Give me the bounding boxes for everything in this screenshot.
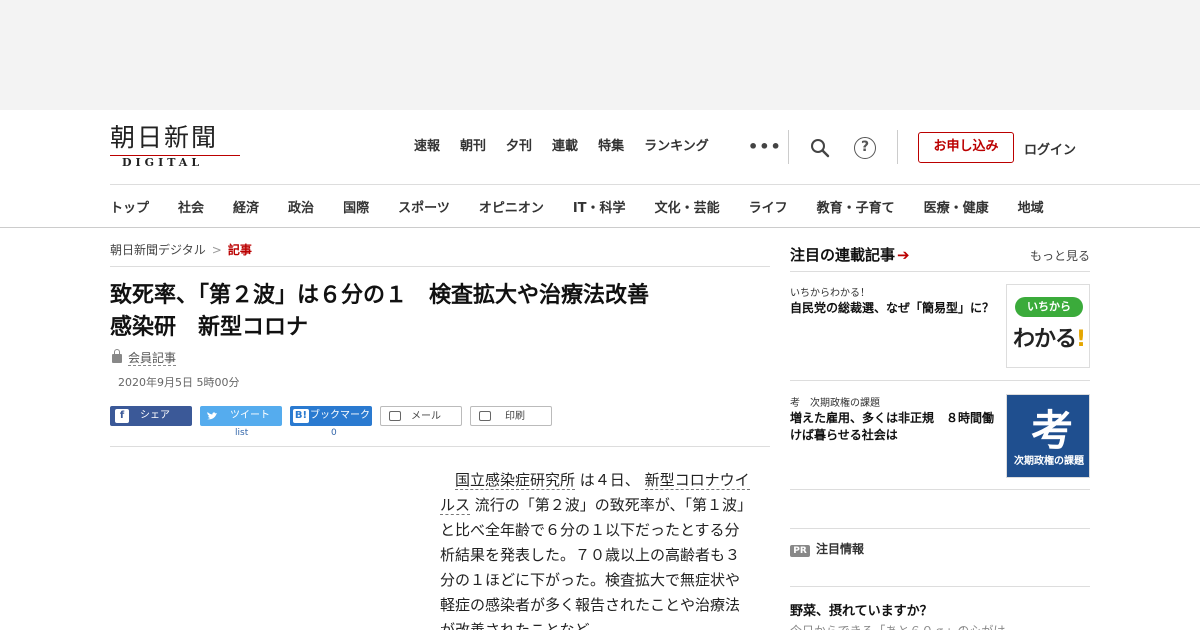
- help-icon[interactable]: ?: [854, 137, 876, 159]
- breadcrumb-home[interactable]: 朝日新聞デジタル: [110, 243, 206, 257]
- topnav-yukan[interactable]: 夕刊: [506, 139, 532, 155]
- subscribe-button[interactable]: お申し込み: [918, 132, 1014, 163]
- member-label: 会員記事: [128, 351, 177, 366]
- category-nav: トップ 社会 経済 政治 国際 スポーツ オピニオン IT・科学 文化・芸能 ラ…: [110, 197, 1073, 216]
- divider: [790, 528, 1090, 529]
- divider: [788, 130, 789, 164]
- top-nav: 速報 朝刊 夕刊 連載 特集 ランキング: [414, 139, 729, 155]
- logo-japanese: 朝日新聞: [110, 123, 219, 152]
- cat-region[interactable]: 地域: [1018, 197, 1044, 216]
- pr-section-label: PR 注目情報: [790, 540, 864, 557]
- mail-share-button[interactable]: メール: [380, 406, 462, 426]
- thumb-kanji: 考: [1031, 406, 1074, 455]
- site-header: 朝日新聞 DIGITAL 速報 朝刊 夕刊 連載 特集 ランキング ••• ? …: [0, 110, 1200, 228]
- divider: [110, 266, 770, 267]
- share-bar: f シェア ツイート list B! ブックマーク 0 メール 印刷: [110, 406, 770, 446]
- headline-line-1: 致死率、「第２波」は６分の１ 検査拡大や治療法改善: [110, 283, 650, 308]
- cat-society[interactable]: 社会: [178, 197, 204, 216]
- cat-top[interactable]: トップ: [110, 197, 149, 216]
- cat-education[interactable]: 教育・子育て: [817, 197, 895, 216]
- divider: [790, 586, 1090, 587]
- member-article-badge[interactable]: 会員記事: [112, 349, 177, 366]
- card-title[interactable]: 自民党の総裁選、なぜ「簡易型」に？: [790, 300, 1000, 317]
- topnav-tokushu[interactable]: 特集: [598, 139, 624, 155]
- thumb-caption: 次期政権の課題: [1014, 456, 1084, 467]
- twitter-count[interactable]: list: [235, 428, 248, 438]
- twitter-share-button[interactable]: ツイート: [200, 406, 282, 426]
- topnav-rensai[interactable]: 連載: [552, 139, 578, 155]
- topnav-sokuho[interactable]: 速報: [414, 139, 440, 155]
- header-divider: [110, 184, 1200, 185]
- card-title[interactable]: 増えた雇用、多くは非正規 ８時間働けば暮らせる社会は: [790, 410, 1000, 444]
- divider: [790, 489, 1090, 490]
- body-text: 流行の「第２波」の致死率が、「第１波」と比べ全年齢で６分の１以下だったとする分析…: [440, 496, 745, 630]
- featured-series-title[interactable]: 注目の連載記事 ➔: [790, 244, 910, 265]
- mail-share-label: メール: [411, 411, 441, 422]
- cat-opinion[interactable]: オピニオン: [479, 197, 544, 216]
- divider: [790, 380, 1090, 381]
- card-kicker: いちからわかる！: [790, 288, 870, 299]
- cat-politics[interactable]: 政治: [288, 197, 314, 216]
- divider: [110, 446, 770, 447]
- breadcrumb: 朝日新聞デジタル > 記事: [110, 241, 252, 258]
- search-icon[interactable]: [810, 138, 830, 158]
- thumb-big-text: わかる: [1013, 327, 1077, 352]
- thumb-headline: わかる!: [1013, 321, 1086, 353]
- lock-icon: [112, 349, 122, 363]
- article-date: 2020年9月5日 5時00分: [118, 376, 240, 389]
- pr-badge: PR: [790, 545, 810, 557]
- thumb-exclamation: !: [1076, 327, 1086, 352]
- login-link[interactable]: ログイン: [1024, 139, 1076, 158]
- facebook-share-label: シェア: [140, 410, 170, 421]
- keyword-link-niid[interactable]: 国立感染症研究所: [455, 471, 576, 490]
- topnav-choukan[interactable]: 朝刊: [460, 139, 486, 155]
- pr-article-title[interactable]: 野菜、摂れていますか？: [790, 600, 933, 619]
- cat-life[interactable]: ライフ: [749, 197, 788, 216]
- breadcrumb-separator: >: [211, 243, 222, 257]
- headline-line-2: 感染研 新型コロナ: [110, 315, 309, 340]
- twitter-bird-icon: [207, 412, 217, 420]
- card-kicker: 考 次期政権の課題: [790, 398, 880, 409]
- thumb-tag: いちから: [1015, 297, 1083, 317]
- article-headline: 致死率、「第２波」は６分の１ 検査拡大や治療法改善 感染研 新型コロナ: [110, 280, 770, 344]
- divider: [790, 271, 1090, 272]
- print-button[interactable]: 印刷: [470, 406, 552, 426]
- hatena-icon: B!: [293, 409, 309, 423]
- card-thumbnail[interactable]: いちから わかる!: [1006, 284, 1090, 368]
- cat-health[interactable]: 医療・健康: [924, 197, 989, 216]
- mail-icon: [389, 411, 401, 421]
- ad-banner-area: [0, 0, 1200, 110]
- facebook-share-button[interactable]: f シェア: [110, 406, 192, 426]
- card-thumbnail[interactable]: 考 次期政権の課題: [1006, 394, 1090, 478]
- more-menu-icon[interactable]: •••: [748, 137, 782, 156]
- featured-series-label: 注目の連載記事: [790, 246, 896, 264]
- facebook-icon: f: [115, 409, 129, 423]
- arrow-right-icon: ➔: [897, 246, 910, 264]
- asahi-digital-logo[interactable]: 朝日新聞 DIGITAL: [110, 124, 242, 170]
- print-label: 印刷: [505, 411, 525, 422]
- hatena-count[interactable]: 0: [331, 428, 337, 438]
- see-more-link[interactable]: もっと見る: [1030, 247, 1090, 264]
- topnav-ranking[interactable]: ランキング: [644, 139, 709, 155]
- breadcrumb-current: 記事: [227, 243, 252, 257]
- cat-economy[interactable]: 経済: [233, 197, 259, 216]
- logo-english: DIGITAL: [122, 156, 204, 169]
- hatena-bookmark-button[interactable]: B! ブックマーク: [290, 406, 372, 426]
- twitter-share-label: ツイート: [230, 410, 270, 421]
- cat-culture[interactable]: 文化・芸能: [655, 197, 720, 216]
- cat-international[interactable]: 国際: [343, 197, 369, 216]
- cat-it-science[interactable]: IT・科学: [573, 197, 626, 216]
- article-body: 国立感染症研究所 は４日、 新型コロナウイルス 流行の「第２波」の致死率が、「第…: [440, 468, 750, 630]
- hatena-bookmark-label: ブックマーク: [310, 410, 370, 421]
- pr-article-subtitle[interactable]: 今日からできる「あと６０ｇ」の心がけ: [790, 622, 1005, 630]
- cat-sports[interactable]: スポーツ: [398, 197, 450, 216]
- divider: [897, 130, 898, 164]
- printer-icon: [479, 411, 491, 421]
- pr-label: 注目情報: [816, 542, 865, 556]
- body-text: は４日、: [579, 471, 640, 489]
